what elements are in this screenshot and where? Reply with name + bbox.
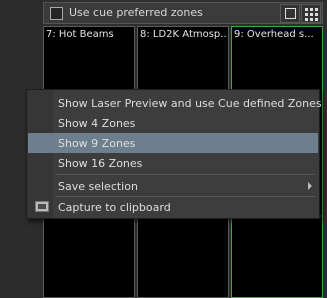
menu-item-label: Show 16 Zones	[58, 157, 143, 170]
menu-item-label: Show 9 Zones	[58, 137, 136, 150]
menu-item-show-laser-preview[interactable]: Show Laser Preview and use Cue defined Z…	[28, 93, 322, 113]
menu-item-label: Capture to clipboard	[58, 201, 171, 214]
zone-label: 8: LD2K Atmosp...	[140, 29, 226, 40]
single-square-icon	[285, 8, 296, 19]
menu-item-label: Show Laser Preview and use Cue defined Z…	[58, 97, 322, 110]
single-view-button[interactable]	[280, 4, 300, 23]
zone-preview-panel: Use cue preferred zones 7: Hot Beams 8: …	[0, 0, 327, 298]
context-menu: Show Laser Preview and use Cue defined Z…	[26, 89, 322, 219]
cue-preferred-zones-label[interactable]: Use cue preferred zones	[69, 6, 203, 19]
grid-icon	[305, 8, 318, 21]
menu-item-show-16-zones[interactable]: Show 16 Zones	[28, 153, 318, 173]
cue-preferred-zones-checkbox[interactable]	[50, 7, 63, 20]
menu-separator	[55, 174, 315, 175]
clipboard-icon	[35, 201, 49, 212]
menu-item-label: Show 4 Zones	[58, 117, 136, 130]
menu-item-capture-to-clipboard[interactable]: Capture to clipboard	[28, 197, 318, 217]
menu-item-show-9-zones[interactable]: Show 9 Zones	[28, 133, 318, 153]
menu-item-label: Save selection	[58, 180, 138, 193]
menu-item-show-4-zones[interactable]: Show 4 Zones	[28, 113, 318, 133]
zone-label: 9: Overhead s...	[234, 29, 314, 40]
zone-toolbar: Use cue preferred zones	[43, 2, 323, 24]
grid-view-button[interactable]	[301, 4, 321, 23]
submenu-arrow-icon	[308, 182, 312, 190]
zone-label: 7: Hot Beams	[46, 29, 114, 40]
menu-item-save-selection[interactable]: Save selection	[28, 176, 318, 196]
